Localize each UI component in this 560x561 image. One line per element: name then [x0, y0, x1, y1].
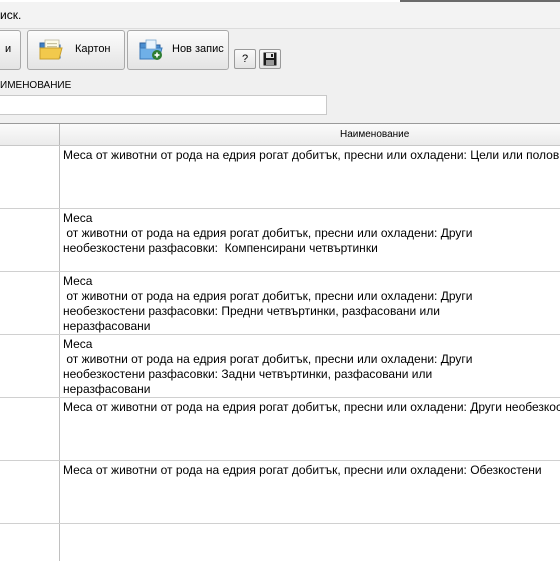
row-name-cell: Меса от животни от рода на едрия рогат д… [63, 463, 542, 478]
row-name-line: Меса от животни от рода на едрия рогат д… [63, 463, 542, 477]
data-grid: Наименование Меса от животни от рода на … [0, 123, 560, 561]
row-name-line: необезкостени разфасовки: Задни четвърти… [63, 367, 433, 381]
toolbar-left-button[interactable]: и [0, 30, 21, 70]
row-code-cell [0, 461, 60, 523]
grid-header: Наименование [0, 124, 560, 146]
window-title: иск. [0, 8, 22, 22]
table-row[interactable]: Меса от животни от рода на едрия рогат д… [0, 146, 560, 209]
table-row[interactable]: Меса от животни от рода на едрия рогат д… [0, 398, 560, 461]
row-code-cell [0, 146, 60, 208]
new-record-button[interactable]: Нов запис [127, 30, 229, 70]
title-bar: иск. [0, 2, 560, 29]
row-code-cell [0, 398, 60, 460]
row-name-cell: Меса от животни от рода на едрия рогат д… [63, 274, 483, 334]
karton-button[interactable]: Картон [27, 30, 125, 70]
row-code-cell [0, 335, 60, 397]
grid-header-first-column[interactable] [0, 124, 60, 145]
help-button-label: ? [241, 53, 249, 65]
row-name-line: неразфасовани [63, 382, 151, 396]
row-name-cell: Меса от животни от рода на едрия рогат д… [63, 400, 560, 415]
floppy-disk-icon [263, 52, 277, 66]
row-name-line: Меса [63, 274, 93, 288]
row-name-line: Меса от животни от рода на едрия рогат д… [63, 148, 560, 162]
grid-header-name-label: Наименование [340, 129, 410, 140]
new-record-button-label: Нов запис [172, 43, 224, 55]
folder-icon [39, 39, 63, 60]
row-name-cell: Меса от животни от рода на едрия рогат д… [63, 148, 560, 163]
row-name-cell: Меса от животни от рода на едрия рогат д… [63, 337, 483, 397]
row-name-line: Меса [63, 211, 93, 225]
help-button[interactable]: ? [234, 49, 256, 69]
row-name-line: необезкостени разфасовки: Компенсирани ч… [63, 241, 378, 255]
row-name-line: Меса от животни от рода на едрия рогат д… [63, 400, 560, 414]
filter-name-label: ИМЕНОВАНИЕ [0, 80, 72, 91]
row-name-line: от животни от рода на едрия рогат добитъ… [63, 226, 473, 240]
row-name-line: необезкостени разфасовки: Предни четвърт… [63, 304, 440, 318]
table-row[interactable]: Меса от животни от рода на едрия рогат д… [0, 335, 560, 398]
grid-header-name-column[interactable]: Наименование [60, 124, 560, 145]
table-row[interactable]: Меса от животни от рода на едрия рогат д… [0, 461, 560, 524]
row-name-line: от животни от рода на едрия рогат добитъ… [63, 289, 473, 303]
row-code-cell [0, 524, 60, 561]
row-name-cell: Меса от животни от рода на едрия рогат д… [63, 211, 483, 256]
save-button[interactable] [259, 49, 281, 69]
new-folder-icon [139, 39, 163, 60]
row-code-cell [0, 209, 60, 271]
row-code-cell [0, 272, 60, 334]
row-name-line: Меса [63, 337, 93, 351]
table-row[interactable]: Меса от животни от рода на едрия рогат д… [0, 209, 560, 272]
row-name-line: неразфасовани [63, 319, 151, 333]
row-name-line: от животни от рода на едрия рогат добитъ… [63, 352, 473, 366]
toolbar-left-button-label: и [5, 43, 12, 55]
karton-button-label: Картон [75, 43, 111, 55]
filter-name-input[interactable] [0, 95, 327, 115]
table-row[interactable]: Меса от животни от рода на едрия рогат д… [0, 272, 560, 335]
table-row[interactable] [0, 524, 560, 561]
toolbar: и Картон Нов запис ? [0, 28, 560, 76]
